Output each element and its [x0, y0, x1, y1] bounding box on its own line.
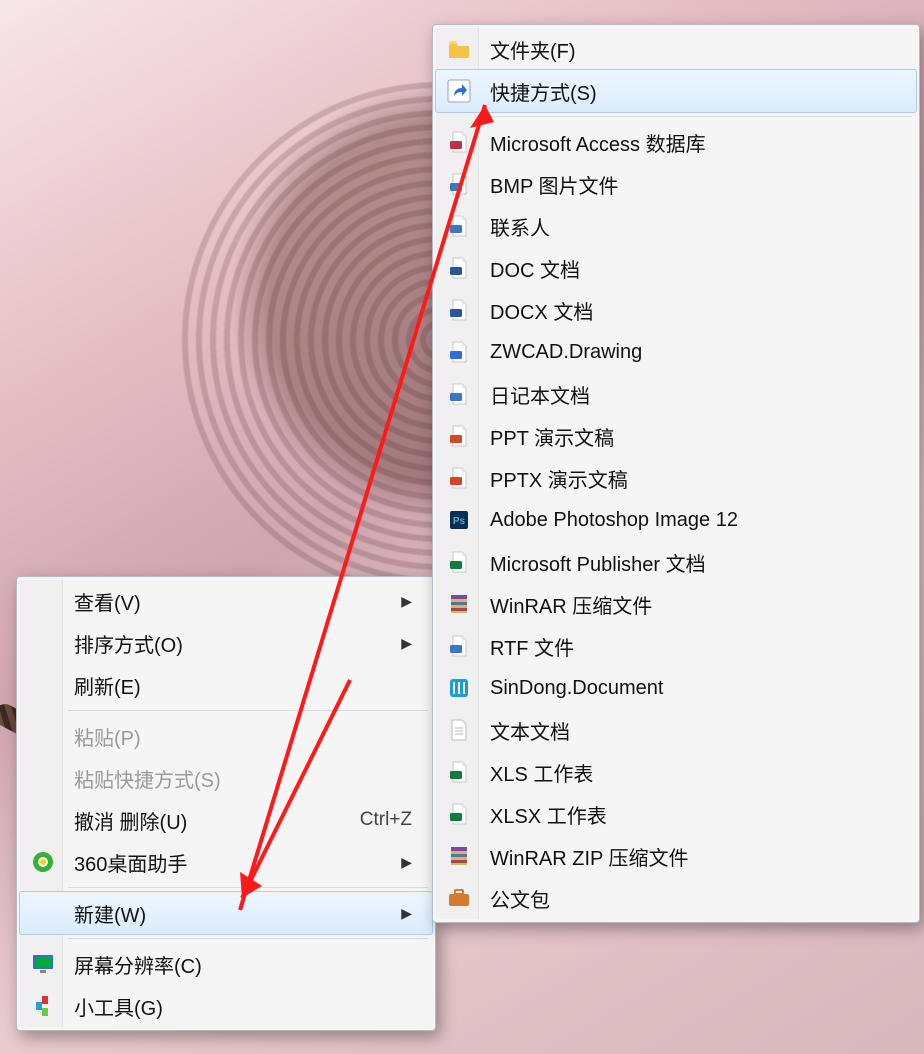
menu-separator — [68, 887, 428, 888]
menu-item-label: 日记本文档 — [490, 380, 896, 409]
menu-item-label: 公文包 — [490, 884, 896, 913]
menu-item-label: PPT 演示文稿 — [490, 422, 896, 451]
submenu-arrow-icon: ▶ — [401, 905, 412, 922]
xls-icon — [447, 760, 471, 784]
menu-item-label: DOCX 文档 — [490, 296, 896, 325]
new-submenu-item-10[interactable]: PPT 演示文稿 — [436, 415, 916, 457]
access-icon — [447, 130, 471, 154]
new-submenu-item-0[interactable]: 文件夹(F) — [436, 28, 916, 70]
psd-icon: Ps — [447, 508, 471, 532]
menu-item-label: 文件夹(F) — [490, 35, 896, 64]
menu-item-label: 小工具(G) — [74, 992, 412, 1021]
menu-item-label: Microsoft Publisher 文档 — [490, 548, 896, 577]
sindong-icon — [447, 676, 471, 700]
menu-item-label: 新建(W) — [74, 899, 401, 928]
menu-item-label: 文本文档 — [490, 716, 896, 745]
360-icon — [31, 850, 55, 874]
new-submenu-item-21[interactable]: 公文包 — [436, 877, 916, 919]
context-menu-item-5: 粘贴快捷方式(S) — [20, 757, 432, 799]
new-submenu: 文件夹(F) 快捷方式(S) Microsoft Access 数据库 BMP 图片文… — [432, 24, 920, 923]
rar-icon — [447, 592, 471, 616]
new-submenu-item-4[interactable]: BMP 图片文件 — [436, 163, 916, 205]
submenu-arrow-icon: ▶ — [401, 593, 412, 610]
new-submenu-item-13[interactable]: Microsoft Publisher 文档 — [436, 541, 916, 583]
new-submenu-item-15[interactable]: RTF 文件 — [436, 625, 916, 667]
menu-item-label: Microsoft Access 数据库 — [490, 128, 896, 157]
desktop-context-menu: 查看(V)▶排序方式(O)▶刷新(E)粘贴(P)粘贴快捷方式(S)撤消 删除(U… — [16, 576, 436, 1031]
new-submenu-item-1[interactable]: 快捷方式(S) — [435, 69, 917, 113]
context-menu-item-4: 粘贴(P) — [20, 715, 432, 757]
new-submenu-item-12[interactable]: Ps Adobe Photoshop Image 12 — [436, 499, 916, 541]
new-submenu-item-8[interactable]: ZWCAD.Drawing — [436, 331, 916, 373]
context-menu-item-1[interactable]: 排序方式(O)▶ — [20, 622, 432, 664]
new-submenu-item-9[interactable]: 日记本文档 — [436, 373, 916, 415]
menu-item-label: XLSX 工作表 — [490, 800, 896, 829]
menu-item-label: 联系人 — [490, 212, 896, 241]
menu-item-label: PPTX 演示文稿 — [490, 464, 896, 493]
menu-item-label: 粘贴快捷方式(S) — [74, 764, 412, 793]
menu-item-label: Adobe Photoshop Image 12 — [490, 509, 896, 532]
monitor-icon — [31, 952, 55, 976]
new-submenu-item-6[interactable]: DOC 文档 — [436, 247, 916, 289]
submenu-arrow-icon: ▶ — [401, 854, 412, 871]
new-submenu-item-17[interactable]: 文本文档 — [436, 709, 916, 751]
docx-icon — [447, 298, 471, 322]
new-submenu-item-16[interactable]: SinDong.Document — [436, 667, 916, 709]
contact-icon — [447, 214, 471, 238]
doc-icon — [447, 256, 471, 280]
new-submenu-item-5[interactable]: 联系人 — [436, 205, 916, 247]
new-submenu-item-11[interactable]: PPTX 演示文稿 — [436, 457, 916, 499]
menu-separator — [68, 710, 428, 711]
menu-item-label: DOC 文档 — [490, 254, 896, 283]
menu-item-label: SinDong.Document — [490, 677, 896, 700]
context-menu-item-11[interactable]: 屏幕分辨率(C) — [20, 943, 432, 985]
zip-icon — [447, 844, 471, 868]
ppt-icon — [447, 424, 471, 448]
shortcut-icon — [447, 79, 471, 103]
context-menu-item-6[interactable]: 撤消 删除(U) Ctrl+Z — [20, 799, 432, 841]
pub-icon — [447, 550, 471, 574]
menu-item-label: XLS 工作表 — [490, 758, 896, 787]
menu-separator — [68, 938, 428, 939]
new-submenu-item-18[interactable]: XLS 工作表 — [436, 751, 916, 793]
menu-item-label: WinRAR 压缩文件 — [490, 590, 896, 619]
context-menu-item-2[interactable]: 刷新(E) — [20, 664, 432, 706]
svg-text:Ps: Ps — [453, 516, 466, 527]
new-submenu-item-19[interactable]: XLSX 工作表 — [436, 793, 916, 835]
menu-item-label: 排序方式(O) — [74, 629, 401, 658]
menu-separator — [484, 116, 912, 117]
new-submenu-item-3[interactable]: Microsoft Access 数据库 — [436, 121, 916, 163]
journal-icon — [447, 382, 471, 406]
menu-item-label: WinRAR ZIP 压缩文件 — [490, 842, 896, 871]
rtf-icon — [447, 634, 471, 658]
dwg-icon — [447, 340, 471, 364]
bmp-icon — [447, 172, 471, 196]
menu-item-label: BMP 图片文件 — [490, 170, 896, 199]
menu-item-label: RTF 文件 — [490, 632, 896, 661]
menu-item-label: 屏幕分辨率(C) — [74, 950, 412, 979]
submenu-arrow-icon: ▶ — [401, 635, 412, 652]
menu-item-label: 撤消 删除(U) — [74, 806, 330, 835]
menu-item-label: 快捷方式(S) — [490, 77, 896, 106]
menu-item-shortcut: Ctrl+Z — [360, 809, 412, 831]
new-submenu-item-7[interactable]: DOCX 文档 — [436, 289, 916, 331]
gadget-icon — [31, 994, 55, 1018]
new-submenu-item-14[interactable]: WinRAR 压缩文件 — [436, 583, 916, 625]
new-submenu-item-20[interactable]: WinRAR ZIP 压缩文件 — [436, 835, 916, 877]
context-menu-item-9[interactable]: 新建(W)▶ — [19, 891, 433, 935]
briefcase-icon — [447, 886, 471, 910]
context-menu-item-7[interactable]: 360桌面助手▶ — [20, 841, 432, 883]
menu-item-label: 查看(V) — [74, 587, 401, 616]
context-menu-item-0[interactable]: 查看(V)▶ — [20, 580, 432, 622]
menu-item-label: 粘贴(P) — [74, 722, 412, 751]
txt-icon — [447, 718, 471, 742]
xlsx-icon — [447, 802, 471, 826]
folder-icon — [447, 37, 471, 61]
pptx-icon — [447, 466, 471, 490]
context-menu-item-12[interactable]: 小工具(G) — [20, 985, 432, 1027]
menu-item-label: 360桌面助手 — [74, 848, 401, 877]
menu-item-label: 刷新(E) — [74, 671, 412, 700]
menu-item-label: ZWCAD.Drawing — [490, 341, 896, 364]
